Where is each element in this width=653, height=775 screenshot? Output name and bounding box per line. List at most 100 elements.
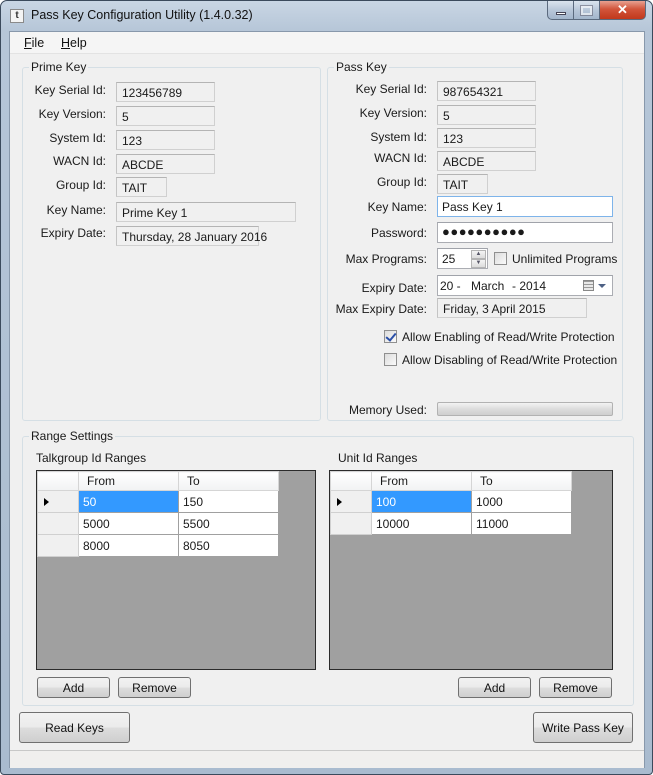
unlimited-programs-checkbox[interactable] bbox=[494, 252, 507, 265]
prime-key-serial-value: 123456789 bbox=[116, 82, 215, 102]
unit-col-to[interactable]: To bbox=[471, 471, 572, 491]
table-row[interactable]: 5000 5500 bbox=[37, 512, 279, 535]
app-window: t Pass Key Configuration Utility (1.4.0.… bbox=[0, 0, 653, 775]
expiry-year[interactable]: - 2014 bbox=[512, 279, 546, 293]
spin-up-icon[interactable]: ▲ bbox=[471, 250, 486, 259]
prime-expiry-date-label: Expiry Date: bbox=[40, 226, 106, 240]
talkgroup-col-to[interactable]: To bbox=[178, 471, 279, 491]
allow-disabling-label: Allow Disabling of Read/Write Protection bbox=[402, 353, 618, 367]
talkgroup-table: From To 50 150 5000 5500 8000 8050 bbox=[37, 471, 279, 557]
window-title: Pass Key Configuration Utility (1.4.0.32… bbox=[31, 8, 253, 22]
unit-col-from[interactable]: From bbox=[371, 471, 472, 491]
pass-system-id-value: 123 bbox=[437, 128, 536, 148]
title-bar[interactable]: t Pass Key Configuration Utility (1.4.0.… bbox=[1, 1, 652, 31]
unit-ranges-grid[interactable]: From To 100 1000 10000 11000 bbox=[329, 470, 613, 670]
row-header[interactable] bbox=[330, 490, 372, 513]
expiry-month[interactable]: March bbox=[471, 279, 504, 293]
memory-used-label: Memory Used: bbox=[348, 403, 427, 417]
talkgroup-to-cell[interactable]: 150 bbox=[178, 490, 279, 513]
prime-group-id-value: TAIT bbox=[116, 177, 167, 197]
app-icon: t bbox=[10, 9, 24, 23]
table-row[interactable]: 10000 11000 bbox=[330, 512, 572, 535]
spin-down-icon[interactable]: ▼ bbox=[471, 259, 486, 268]
current-row-arrow-icon bbox=[337, 497, 342, 506]
talkgroup-col-from[interactable]: From bbox=[78, 471, 179, 491]
minimize-icon bbox=[555, 11, 566, 15]
unit-to-cell[interactable]: 11000 bbox=[471, 512, 572, 535]
unit-from-cell[interactable]: 100 bbox=[371, 490, 472, 513]
table-row[interactable]: 8000 8050 bbox=[37, 534, 279, 557]
talkgroup-ranges-title: Talkgroup Id Ranges bbox=[36, 451, 147, 465]
prime-wacn-id-value: ABCDE bbox=[116, 154, 215, 174]
unit-add-button[interactable]: Add bbox=[458, 677, 531, 698]
prime-key-name-label: Key Name: bbox=[46, 203, 106, 217]
talkgroup-from-cell[interactable]: 50 bbox=[78, 490, 179, 513]
talkgroup-to-cell[interactable]: 5500 bbox=[178, 512, 279, 535]
read-keys-button[interactable]: Read Keys bbox=[19, 712, 130, 743]
menu-file-mnemonic: F bbox=[24, 36, 32, 50]
pass-key-version-value: 5 bbox=[437, 105, 536, 125]
close-button[interactable]: ✕ bbox=[600, 1, 646, 20]
expiry-date-label: Expiry Date: bbox=[361, 281, 427, 295]
menu-help-label: elp bbox=[70, 36, 87, 50]
password-input[interactable]: ●●●●●●●●●● bbox=[437, 222, 613, 243]
write-pass-key-button[interactable]: Write Pass Key bbox=[533, 712, 633, 743]
client-area: File Help Prime Key Key Serial Id: 12345… bbox=[9, 31, 645, 768]
pass-key-serial-value: 987654321 bbox=[437, 81, 536, 101]
menu-file-label: ile bbox=[31, 36, 45, 50]
pass-key-name-input[interactable]: Pass Key 1 bbox=[437, 196, 613, 217]
talkgroup-to-cell[interactable]: 8050 bbox=[178, 534, 279, 557]
prime-key-name-value: Prime Key 1 bbox=[116, 202, 296, 222]
window-controls: ✕ bbox=[547, 1, 646, 21]
grid-corner bbox=[330, 471, 372, 491]
prime-key-serial-label: Key Serial Id: bbox=[34, 83, 106, 97]
max-expiry-date-value: Friday, 3 April 2015 bbox=[437, 298, 587, 318]
row-header[interactable] bbox=[37, 512, 79, 535]
unit-ranges-title: Unit Id Ranges bbox=[338, 451, 418, 465]
max-programs-value: 25 bbox=[442, 252, 456, 266]
allow-enabling-checkbox[interactable] bbox=[384, 330, 397, 343]
talkgroup-add-button[interactable]: Add bbox=[37, 677, 110, 698]
pass-group-id-label: Group Id: bbox=[376, 175, 427, 189]
prime-key-title: Prime Key bbox=[29, 60, 89, 74]
range-settings-title: Range Settings bbox=[29, 429, 116, 443]
unit-table: From To 100 1000 10000 11000 bbox=[330, 471, 572, 535]
row-header[interactable] bbox=[37, 490, 79, 513]
calendar-icon[interactable] bbox=[583, 280, 594, 291]
current-row-arrow-icon bbox=[44, 497, 49, 506]
menu-help[interactable]: Help bbox=[61, 36, 87, 50]
expiry-date-picker[interactable]: 20 - March - 2014 bbox=[437, 275, 613, 296]
grid-corner bbox=[37, 471, 79, 491]
memory-used-progress bbox=[437, 402, 613, 416]
unit-header-row: From To bbox=[330, 471, 572, 491]
prime-expiry-date-value: Thursday, 28 January 2016 bbox=[116, 226, 267, 246]
expiry-day[interactable]: 20 - bbox=[440, 279, 461, 293]
talkgroup-from-cell[interactable]: 5000 bbox=[78, 512, 179, 535]
unlimited-programs-label: Unlimited Programs bbox=[512, 252, 618, 266]
allow-disabling-checkbox[interactable] bbox=[384, 353, 397, 366]
prime-wacn-id-label: WACN Id: bbox=[53, 154, 106, 168]
unit-to-cell[interactable]: 1000 bbox=[471, 490, 572, 513]
pass-group-id-value: TAIT bbox=[437, 174, 488, 194]
prime-key-version-label: Key Version: bbox=[38, 107, 106, 121]
allow-enabling-label: Allow Enabling of Read/Write Protection bbox=[402, 330, 615, 344]
unit-remove-button[interactable]: Remove bbox=[539, 677, 612, 698]
unit-from-cell[interactable]: 10000 bbox=[371, 512, 472, 535]
minimize-button[interactable] bbox=[547, 1, 574, 20]
table-row[interactable]: 50 150 bbox=[37, 490, 279, 513]
table-row[interactable]: 100 1000 bbox=[330, 490, 572, 513]
talkgroup-ranges-grid[interactable]: From To 50 150 5000 5500 8000 8050 bbox=[36, 470, 316, 670]
row-header[interactable] bbox=[37, 534, 79, 557]
maximize-button[interactable] bbox=[574, 1, 600, 20]
menu-bar: File Help bbox=[10, 32, 644, 54]
pass-key-serial-label: Key Serial Id: bbox=[355, 82, 427, 96]
row-header[interactable] bbox=[330, 512, 372, 535]
talkgroup-from-cell[interactable]: 8000 bbox=[78, 534, 179, 557]
menu-file[interactable]: File bbox=[24, 36, 44, 50]
max-programs-spinner[interactable]: 25 ▲ ▼ bbox=[437, 248, 488, 269]
max-expiry-date-label: Max Expiry Date: bbox=[335, 302, 427, 316]
pass-system-id-label: System Id: bbox=[370, 130, 427, 144]
dropdown-arrow-icon[interactable] bbox=[598, 284, 606, 288]
password-label: Password: bbox=[370, 226, 427, 240]
talkgroup-remove-button[interactable]: Remove bbox=[118, 677, 191, 698]
